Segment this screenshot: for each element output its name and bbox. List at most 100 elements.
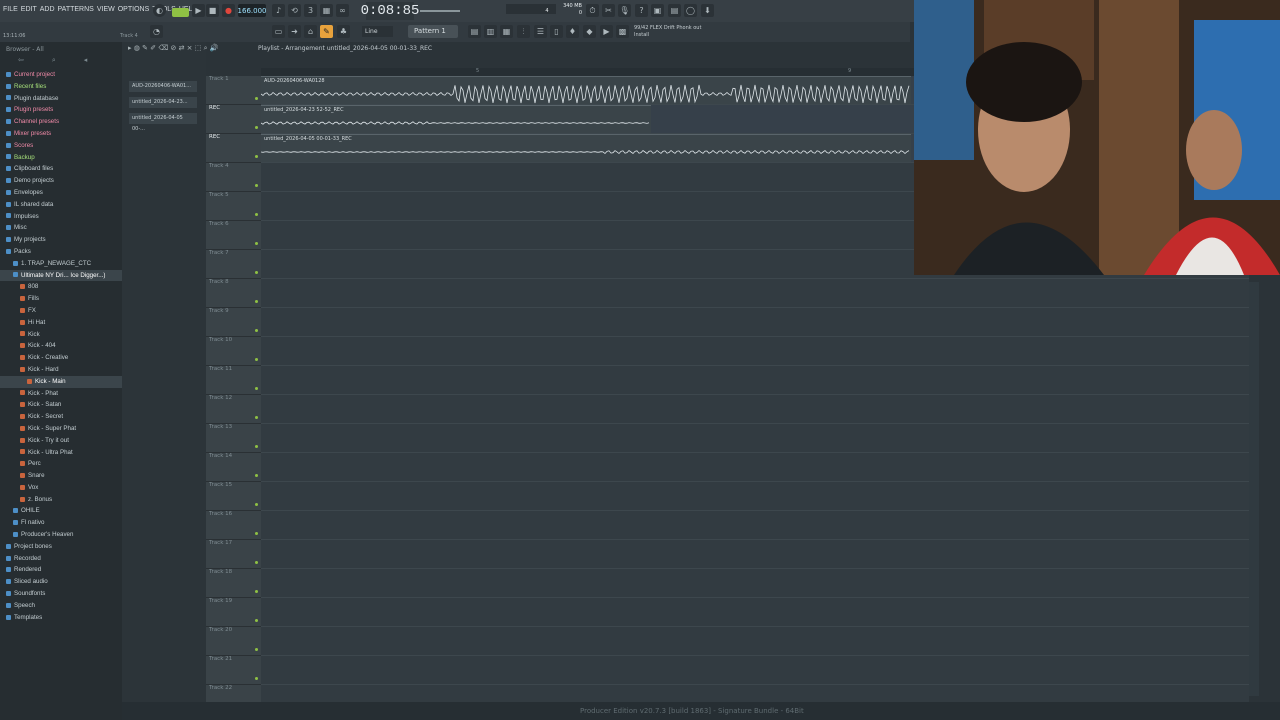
metronome-icon[interactable]: ♪ xyxy=(272,4,285,17)
piano-roll-icon[interactable]: ▥ xyxy=(484,25,497,38)
browser-item[interactable]: Perc xyxy=(0,458,122,470)
browser-item[interactable]: Kick - Try it out xyxy=(0,435,122,447)
track-header[interactable]: Track 20 xyxy=(206,627,261,656)
browser-item[interactable]: Misc xyxy=(0,222,122,234)
record-knob-icon[interactable]: ◔ xyxy=(150,25,163,38)
master-pitch-slider[interactable] xyxy=(420,10,460,12)
step-edit-icon[interactable]: ▦ xyxy=(320,4,333,17)
browser-item[interactable]: Fills xyxy=(0,293,122,305)
browser-item[interactable]: Kick - 404 xyxy=(0,340,122,352)
track-mute-led[interactable] xyxy=(255,532,258,535)
track-header[interactable]: Track 18 xyxy=(206,569,261,598)
browser-item[interactable]: Channel presets xyxy=(0,116,122,128)
browser-item[interactable]: FX xyxy=(0,305,122,317)
browser-item[interactable]: Rendered xyxy=(0,564,122,576)
arrow-right-icon[interactable]: ➜ xyxy=(288,25,301,38)
snap-select[interactable]: Line xyxy=(362,26,393,37)
browser-item[interactable]: Plugin presets xyxy=(0,104,122,116)
playlist-view-icon[interactable]: ▤ xyxy=(468,25,481,38)
browser-item[interactable]: Backup xyxy=(0,152,122,164)
track-lane[interactable] xyxy=(261,511,1249,540)
browser-item[interactable]: Kick - Main xyxy=(0,375,122,388)
audio-clip[interactable]: AUD-20260406-WA0128 xyxy=(261,76,911,104)
playlist-mute-icon[interactable]: ⊘ xyxy=(170,44,176,52)
track-mute-led[interactable] xyxy=(255,329,258,332)
browser-item[interactable]: Kick - Ultra Phat xyxy=(0,447,122,459)
track-mute-led[interactable] xyxy=(255,97,258,100)
browser-item[interactable]: Vox xyxy=(0,482,122,494)
browser-item[interactable]: 808 xyxy=(0,281,122,293)
track-mute-led[interactable] xyxy=(255,561,258,564)
record-icon[interactable]: ● xyxy=(222,4,235,17)
browser-item[interactable]: Snare xyxy=(0,470,122,482)
audio-clip[interactable]: untitled_2026-04-05 00-01-33_REC xyxy=(261,134,911,162)
playlist-menu-icon[interactable]: ▸ xyxy=(128,44,132,52)
track-mute-led[interactable] xyxy=(255,648,258,651)
browser-item[interactable]: Soundfonts xyxy=(0,588,122,600)
track-lane[interactable] xyxy=(261,395,1249,424)
browser-item[interactable]: My projects xyxy=(0,234,122,246)
track-header[interactable]: Track 14 xyxy=(206,453,261,482)
track-header[interactable]: REC xyxy=(206,134,261,163)
browser-item[interactable]: OHILE xyxy=(0,505,122,517)
playlist-icon[interactable]: ▭ xyxy=(272,25,285,38)
picker-clip[interactable]: untitled_2026-04-23... xyxy=(129,97,197,108)
browser-icon[interactable]: ☰ xyxy=(534,25,547,38)
track-header[interactable]: Track 19 xyxy=(206,598,261,627)
track-header[interactable]: Track 8 xyxy=(206,279,261,308)
track-mute-led[interactable] xyxy=(255,242,258,245)
browser-item[interactable]: Recorded xyxy=(0,553,122,565)
browser-item[interactable]: Speech xyxy=(0,600,122,612)
browser-item[interactable]: Sliced audio xyxy=(0,576,122,588)
paint-tool-icon[interactable]: ♣ xyxy=(337,25,350,38)
track-header[interactable]: Track 16 xyxy=(206,511,261,540)
track-header[interactable]: Track 11 xyxy=(206,366,261,395)
channel-rack-icon[interactable]: ▦ xyxy=(500,25,513,38)
menu-view[interactable]: VIEW xyxy=(97,6,115,13)
browser-item[interactable]: Kick - Super Phat xyxy=(0,423,122,435)
track-lane[interactable] xyxy=(261,482,1249,511)
track-mute-led[interactable] xyxy=(255,300,258,303)
playlist-zoom-icon[interactable]: ⌕ xyxy=(204,44,208,52)
browser-item[interactable]: Fl nativo xyxy=(0,517,122,529)
browser-item[interactable]: Recent files xyxy=(0,81,122,93)
track-mute-led[interactable] xyxy=(255,677,258,680)
browser-item[interactable]: Clipboard files xyxy=(0,163,122,175)
track-mute-led[interactable] xyxy=(255,619,258,622)
browser-item[interactable]: Producer's Heaven xyxy=(0,529,122,541)
master-volume-knob[interactable]: ◐ xyxy=(153,4,166,17)
browser-item[interactable]: 1. TRAP_NEWAGE_CTC xyxy=(0,258,122,270)
playlist-snap-icon[interactable]: ◍ xyxy=(134,44,140,52)
audio-clip[interactable]: untitled_2026-04-23 52-52_REC xyxy=(261,105,651,133)
track-header[interactable]: Track 6 xyxy=(206,221,261,250)
menu-options[interactable]: OPTIONS xyxy=(118,6,150,13)
browser-item[interactable]: Envelopes xyxy=(0,187,122,199)
clock-icon[interactable]: ⏱ xyxy=(586,4,599,17)
play-icon[interactable]: ▶ xyxy=(192,4,205,17)
playlist-vertical-scrollbar[interactable] xyxy=(1249,282,1259,696)
track-mute-led[interactable] xyxy=(255,503,258,506)
browser-item[interactable]: Kick - Hard xyxy=(0,364,122,376)
track-mute-led[interactable] xyxy=(255,126,258,129)
track-lane[interactable] xyxy=(261,453,1249,482)
browser-item[interactable]: Ultimate NY Dri... Ice Digger...) xyxy=(0,269,122,282)
track-lane[interactable] xyxy=(261,308,1249,337)
track-header[interactable]: Track 10 xyxy=(206,337,261,366)
track-header[interactable]: Track 15 xyxy=(206,482,261,511)
track-lane[interactable] xyxy=(261,656,1249,685)
playlist-delete-icon[interactable]: ⌫ xyxy=(158,44,168,52)
project-picker-icon[interactable]: ▯ xyxy=(550,25,563,38)
track-mute-led[interactable] xyxy=(255,445,258,448)
track-mute-led[interactable] xyxy=(255,387,258,390)
flex-icon[interactable]: ▩ xyxy=(616,25,629,38)
browser-item[interactable]: Templates xyxy=(0,612,122,624)
track-header[interactable]: Track 13 xyxy=(206,424,261,453)
pattern-select[interactable]: Pattern 1 xyxy=(408,25,458,38)
browser-item[interactable]: Scores xyxy=(0,140,122,152)
browser-item[interactable]: Current project xyxy=(0,69,122,81)
chat-icon[interactable]: ◯ xyxy=(684,4,697,17)
touch-keyboard-icon[interactable]: ◆ xyxy=(583,25,596,38)
browser-search-icon[interactable]: ⌕ xyxy=(52,56,56,65)
track-lane[interactable] xyxy=(261,424,1249,453)
browser-back-icon[interactable]: ⇦ xyxy=(18,56,24,65)
